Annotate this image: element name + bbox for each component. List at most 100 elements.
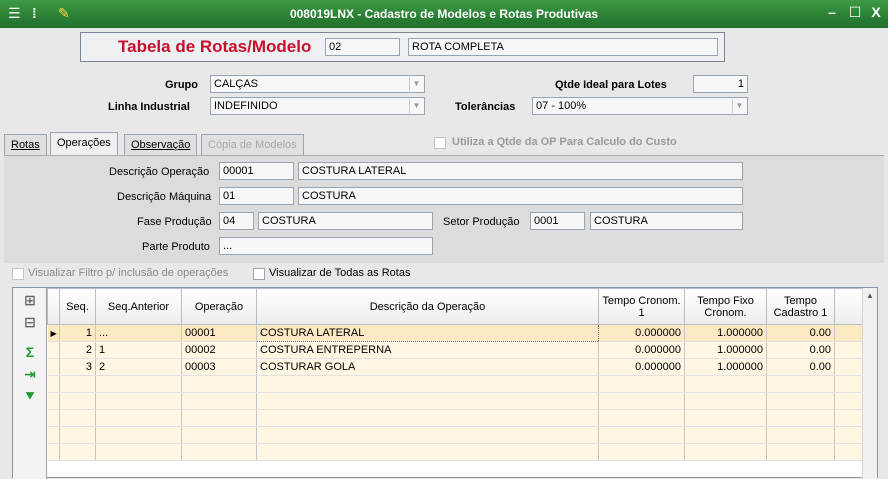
arrow-down-icon[interactable]: ⯆ [21, 388, 39, 406]
table-row[interactable]: 3 2 00003 COSTURAR GOLA 0.000000 1.00000… [47, 358, 865, 376]
tolerancias-select[interactable]: 07 - 100% ▼ [532, 97, 748, 115]
title-bar: ☰ ⁞ ✎ 008019LNX - Cadastro de Modelos e … [0, 0, 888, 28]
setor-code-input[interactable]: 0001 [530, 212, 585, 230]
tolerancias-label: Tolerâncias [455, 101, 516, 113]
setor-name-input[interactable]: COSTURA [590, 212, 743, 230]
empty-row [47, 409, 865, 427]
utiliza-checkbox[interactable] [434, 137, 446, 149]
cell-tempo-fixo[interactable]: 1.000000 [684, 324, 767, 342]
desc-maq-label: Descrição Máquina [117, 191, 212, 203]
export-icon[interactable]: ⇥ [21, 366, 39, 384]
cell-tempo-cronom[interactable]: 0.000000 [598, 358, 685, 376]
linha-select[interactable]: INDEFINIDO ▼ [210, 97, 425, 115]
tab-operacoes[interactable]: Operações [50, 132, 118, 156]
cell-operacao[interactable]: 00003 [181, 358, 257, 376]
fase-code-input[interactable]: 04 [219, 212, 254, 230]
tolerancias-value: 07 - 100% [536, 100, 587, 112]
add-row-icon[interactable]: ⊞ [21, 292, 39, 310]
col-descricao[interactable]: Descrição da Operação [256, 288, 599, 325]
parte-label: Parte Produto [142, 241, 210, 253]
cell-seq[interactable]: 3 [59, 358, 96, 376]
col-tempo-cronom[interactable]: Tempo Cronom. 1 [598, 288, 685, 325]
col-seq[interactable]: Seq. [59, 288, 96, 325]
cell-seq[interactable]: 1 [59, 324, 96, 342]
cell-tempo-cronom[interactable]: 0.000000 [598, 324, 685, 342]
cell-seq-anterior[interactable]: 1 [95, 341, 182, 359]
cell-empty [834, 341, 865, 359]
fase-label: Fase Produção [137, 216, 212, 228]
cell-tempo-fixo[interactable]: 1.000000 [684, 341, 767, 359]
cell-tempo-fixo[interactable]: 1.000000 [684, 358, 767, 376]
row-indicator-icon: ▶ [47, 324, 60, 342]
cell-tempo-cadastro[interactable]: 0.00 [766, 341, 835, 359]
visualizar-todas-checkbox[interactable] [253, 268, 265, 280]
qtde-label: Qtde Ideal para Lotes [555, 79, 667, 91]
chevron-down-icon[interactable]: ▼ [409, 99, 423, 113]
desc-maq-code-input[interactable]: 01 [219, 187, 294, 205]
scroll-up-icon[interactable]: ▲ [863, 291, 877, 300]
tab-rotas[interactable]: Rotas [4, 134, 47, 156]
grupo-value: CALÇAS [214, 78, 259, 90]
cell-tempo-cadastro[interactable]: 0.00 [766, 324, 835, 342]
cell-tempo-cronom[interactable]: 0.000000 [598, 341, 685, 359]
chevron-down-icon[interactable]: ▼ [732, 99, 746, 113]
visualizar-filtro-label: Visualizar Filtro p/ inclusão de operaçõ… [28, 267, 229, 279]
desc-op-code-input[interactable]: 00001 [219, 162, 294, 180]
desc-op-name-input[interactable]: COSTURA LATERAL [298, 162, 743, 180]
tab-observacao[interactable]: Observação [124, 134, 198, 156]
remove-row-icon[interactable]: ⊟ [21, 314, 39, 332]
cell-empty [834, 358, 865, 376]
desc-op-label: Descrição Operação [109, 166, 210, 178]
table-row[interactable]: ▶ 1 ... 00001 COSTURA LATERAL 0.000000 1… [47, 324, 865, 342]
cell-seq[interactable]: 2 [59, 341, 96, 359]
route-name-input[interactable]: ROTA COMPLETA [408, 38, 718, 56]
setor-label: Setor Produção [443, 216, 520, 228]
grupo-label: Grupo [165, 79, 198, 91]
sum-icon[interactable]: Σ [21, 344, 39, 362]
row-indicator [47, 358, 60, 376]
empty-row [47, 392, 865, 410]
maximize-button[interactable]: ☐ [845, 4, 865, 21]
grid-table: Seq. Seq.Anterior Operação Descrição da … [47, 288, 865, 461]
chevron-down-icon[interactable]: ▼ [409, 77, 423, 91]
cell-tempo-cadastro[interactable]: 0.00 [766, 358, 835, 376]
window-title: 008019LNX - Cadastro de Modelos e Rotas … [289, 7, 599, 21]
visualizar-todas-label: Visualizar de Todas as Rotas [269, 267, 411, 279]
cell-empty [834, 324, 865, 342]
page-title: Tabela de Rotas/Modelo [118, 37, 312, 56]
desc-maq-name-input[interactable]: COSTURA [298, 187, 743, 205]
fase-name-input[interactable]: COSTURA [258, 212, 433, 230]
cell-operacao[interactable]: 00001 [181, 324, 257, 342]
utiliza-label: Utiliza a Qtde da OP Para Calculo do Cus… [452, 136, 677, 148]
cell-seq-anterior[interactable]: ... [95, 324, 182, 342]
cell-descricao[interactable]: COSTURAR GOLA [256, 358, 599, 376]
col-seq-anterior[interactable]: Seq.Anterior [95, 288, 182, 325]
row-indicator [47, 341, 60, 359]
route-code-input[interactable]: 02 [325, 38, 400, 56]
table-row[interactable]: 2 1 00002 COSTURA ENTREPERNA 0.000000 1.… [47, 341, 865, 359]
row-indicator-header [47, 288, 60, 325]
cell-descricao[interactable]: COSTURA ENTREPERNA [256, 341, 599, 359]
cell-seq-anterior[interactable]: 2 [95, 358, 182, 376]
minimize-button[interactable]: – [822, 4, 842, 20]
route-header-panel: Tabela de Rotas/Modelo 02 ROTA COMPLETA [80, 32, 725, 62]
col-overflow [834, 288, 865, 325]
grupo-select[interactable]: CALÇAS ▼ [210, 75, 425, 93]
tab-copia-modelos[interactable]: Cópia de Modelos [201, 134, 304, 156]
cell-descricao[interactable]: COSTURA LATERAL [256, 324, 599, 342]
col-tempo-cadastro[interactable]: Tempo Cadastro 1 [766, 288, 835, 325]
visualizar-filtro-checkbox[interactable] [12, 268, 24, 280]
empty-row [47, 443, 865, 461]
linha-label: Linha Industrial [108, 101, 190, 113]
close-button[interactable]: X [866, 4, 886, 20]
vertical-scrollbar[interactable]: ▲ [862, 288, 877, 479]
parte-input[interactable]: ... [219, 237, 433, 255]
grid-toolbar: ⊞ ⊟ Σ ⇥ ⯆ [13, 288, 47, 479]
qtde-input[interactable]: 1 [693, 75, 748, 93]
col-tempo-fixo[interactable]: Tempo Fixo Cronom. [684, 288, 767, 325]
operations-grid[interactable]: ⊞ ⊟ Σ ⇥ ⯆ Seq. Seq.Anterior Operação Des… [12, 287, 878, 479]
empty-row [47, 375, 865, 393]
cell-operacao[interactable]: 00002 [181, 341, 257, 359]
linha-value: INDEFINIDO [214, 100, 278, 112]
col-operacao[interactable]: Operação [181, 288, 257, 325]
